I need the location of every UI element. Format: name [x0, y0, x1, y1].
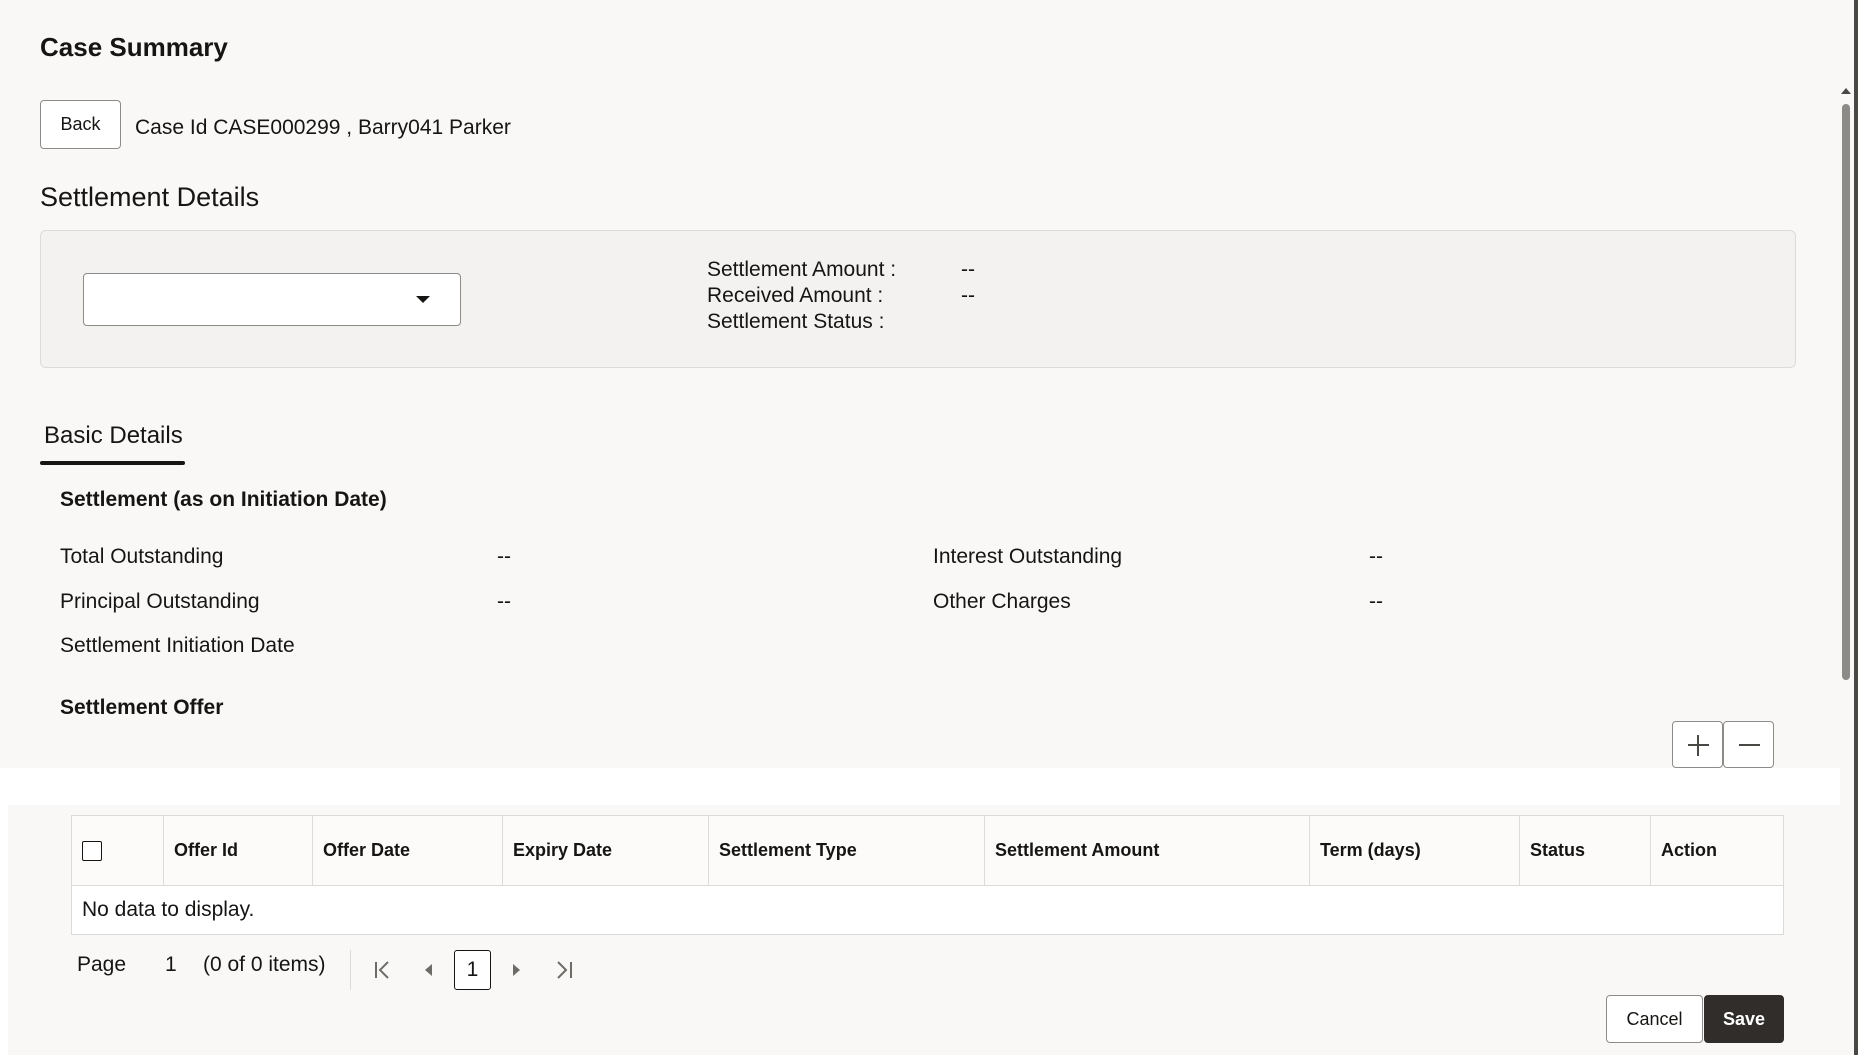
received-amount-value: --	[961, 284, 975, 307]
table-header: Offer Id Offer Date Expiry Date Settleme…	[72, 816, 1783, 886]
principal-outstanding-value: --	[497, 590, 511, 613]
column-header[interactable]: Term (days)	[1310, 816, 1520, 885]
empty-message: No data to display.	[82, 898, 255, 921]
column-header[interactable]: Offer Date	[313, 816, 503, 885]
settlement-details-title: Settlement Details	[40, 182, 260, 212]
settlement-amount-label: Settlement Amount :	[707, 258, 897, 281]
column-header[interactable]: Settlement Amount	[985, 816, 1310, 885]
items-count: (0 of 0 items)	[203, 953, 326, 976]
plus-icon	[1673, 722, 1724, 769]
scrollbar-thumb[interactable]	[1842, 104, 1850, 680]
total-outstanding-value: --	[497, 545, 511, 568]
top-panel: Case Summary Back Case Id CASE000299 , B…	[0, 0, 1840, 768]
caret-down-icon	[416, 296, 430, 303]
settlement-offer-table: Offer Id Offer Date Expiry Date Settleme…	[71, 815, 1784, 935]
last-page-icon[interactable]	[552, 956, 576, 984]
settlement-details-panel: Settlement Amount : -- Received Amount :…	[40, 230, 1796, 368]
next-page-icon[interactable]	[504, 956, 528, 984]
page-number: 1	[165, 953, 177, 976]
pagination-divider	[350, 950, 351, 990]
previous-page-icon[interactable]	[417, 956, 441, 984]
settlement-status-label: Settlement Status :	[707, 310, 885, 333]
scroll-up-icon[interactable]	[1841, 88, 1851, 94]
received-amount-label: Received Amount :	[707, 284, 884, 307]
interest-outstanding-label: Interest Outstanding	[933, 545, 1123, 568]
settlement-amount-value: --	[961, 258, 975, 281]
remove-offer-button[interactable]	[1723, 721, 1774, 768]
settlement-initiation-date-label: Settlement Initiation Date	[60, 634, 295, 657]
page-title: Case Summary	[40, 32, 228, 62]
current-page-input[interactable]: 1	[454, 950, 491, 990]
tab-basic-details-label: Basic Details	[44, 422, 183, 449]
column-header: Action	[1651, 816, 1783, 885]
minus-icon	[1724, 722, 1775, 769]
tab-selected-indicator	[40, 461, 185, 465]
select-all-cell	[72, 816, 164, 885]
case-info: Case Id CASE000299 , Barry041 Parker	[135, 116, 511, 139]
tab-basic-details[interactable]: Basic Details	[40, 420, 185, 465]
pagination: Page 1 (0 of 0 items) 1	[77, 950, 597, 995]
save-button[interactable]: Save	[1704, 995, 1784, 1043]
vertical-scrollbar[interactable]	[1840, 0, 1858, 1055]
column-header[interactable]: Status	[1520, 816, 1651, 885]
interest-outstanding-value: --	[1369, 545, 1383, 568]
other-charges-label: Other Charges	[933, 590, 1071, 613]
principal-outstanding-label: Principal Outstanding	[60, 590, 260, 613]
column-header[interactable]: Offer Id	[164, 816, 313, 885]
first-page-icon[interactable]	[371, 956, 395, 984]
settlement-initiation-heading: Settlement (as on Initiation Date)	[60, 488, 387, 511]
window-edge	[1854, 0, 1858, 1055]
column-header[interactable]: Settlement Type	[709, 816, 985, 885]
column-header[interactable]: Expiry Date	[503, 816, 709, 885]
select-all-checkbox[interactable]	[82, 840, 102, 861]
settlement-offer-heading: Settlement Offer	[60, 696, 224, 719]
settlement-select[interactable]	[83, 273, 461, 326]
add-offer-button[interactable]	[1672, 721, 1723, 768]
back-button[interactable]: Back	[40, 100, 121, 149]
page-label: Page	[77, 953, 127, 976]
cancel-button[interactable]: Cancel	[1606, 995, 1703, 1043]
total-outstanding-label: Total Outstanding	[60, 545, 224, 568]
other-charges-value: --	[1369, 590, 1383, 613]
